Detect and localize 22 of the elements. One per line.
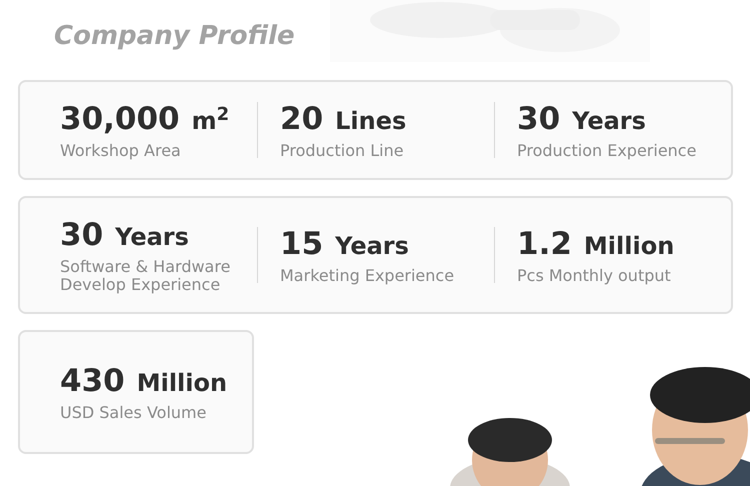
stat-unit: Years [115, 222, 189, 252]
stat-value: 20 [280, 100, 324, 138]
stat-label: Software & Hardware Develop Experience [60, 258, 232, 294]
stat-value: 430 [60, 362, 125, 400]
stat-unit: m$^{2}$ [192, 106, 230, 136]
stat-label: Production Line [280, 142, 405, 160]
stat-unit: Million [584, 231, 674, 261]
stat-label: Marketing Experience [280, 267, 454, 285]
stat-label: Workshop Area [60, 142, 182, 160]
stat-value: 30 [517, 100, 560, 138]
stat-value: 30 [60, 216, 104, 254]
stat-unit: Million [136, 368, 228, 398]
page-title: Company Profile [54, 20, 295, 53]
stat-unit: Years [572, 106, 646, 136]
stat-unit: Lines [335, 106, 406, 136]
stat-label: Pcs Monthly output [517, 267, 672, 285]
stat-value: 1.2 [517, 225, 572, 263]
stat-label: Production Experience [517, 142, 696, 160]
stat-value: 30,000 [60, 100, 180, 138]
stat-value: 15 [280, 225, 324, 263]
stat-label: USD Sales Volume [60, 404, 208, 422]
stat-unit: Years [335, 231, 409, 261]
